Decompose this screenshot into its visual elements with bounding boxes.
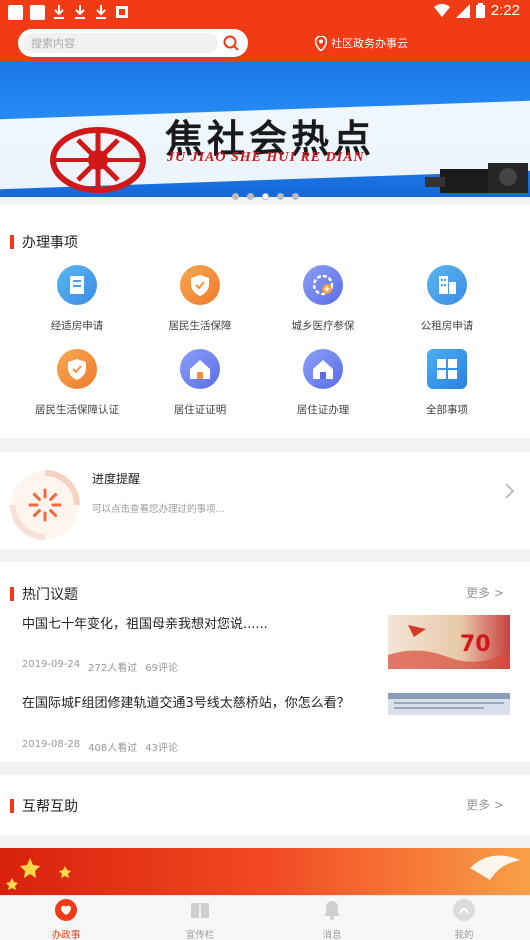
nav-item-messages[interactable]: 消息 (266, 899, 398, 940)
section-title: 热门议题 (22, 587, 78, 603)
nav-label: 我的 (454, 930, 474, 940)
profile-icon (453, 899, 475, 921)
service-item-affordable-housing[interactable]: 经适房申请 (11, 265, 143, 333)
heart-icon (55, 899, 77, 921)
bottom-nav: 办政事 宣传栏 消息 我的 (0, 895, 530, 940)
nav-item-bulletin[interactable]: 宣传栏 (134, 899, 266, 940)
banner-subtitle: JU JIAO SHE HUI RE DIAN (167, 150, 365, 165)
services-heading: 办理事项 (10, 232, 78, 252)
download-icon (52, 4, 66, 20)
service-item-medical-insurance[interactable]: 城乡医疗参保 (257, 265, 389, 333)
service-item-public-rental[interactable]: 公租房申请 (381, 265, 513, 333)
shield-check-icon (57, 349, 97, 389)
topic-date: 2019-09-24 (22, 659, 81, 670)
shield-icon (180, 265, 220, 305)
wifi-icon (433, 3, 450, 17)
grid-icon (427, 349, 467, 389)
camera-image (425, 163, 528, 193)
app-notification-icon (115, 4, 129, 20)
pagination-dot[interactable] (246, 193, 254, 200)
book-icon (191, 903, 209, 919)
topics-heading: 热门议题 (10, 584, 78, 604)
topic-title: 在国际城F组团修建轨道交通3号线太慈桥站，你怎么看？ (22, 696, 350, 711)
service-item-all[interactable]: 全部事项 (381, 349, 513, 417)
progress-title: 进度提醒 (92, 472, 141, 486)
search-icon[interactable] (222, 34, 240, 52)
location-selector[interactable]: 社区政务办事云 (315, 35, 408, 51)
progress-ring-icon (10, 470, 80, 540)
banner-pagination (0, 193, 530, 200)
search-input[interactable] (23, 33, 218, 53)
nav-item-profile[interactable]: 我的 (398, 899, 530, 940)
banner-logo-seal (50, 127, 146, 193)
notification-icon (8, 4, 23, 20)
service-item-living-security[interactable]: 居民生活保障 (134, 265, 266, 333)
progress-subtitle: 可以点击查看您办理过的事项... (92, 504, 225, 515)
clock: 2:22 (490, 2, 520, 19)
thumbnail-text: 70 (460, 632, 491, 657)
promo-banner[interactable] (0, 848, 530, 896)
notification-icon (30, 4, 45, 20)
nav-label: 消息 (322, 930, 342, 940)
location-pin-icon (315, 35, 327, 51)
nav-label: 宣传栏 (185, 930, 215, 940)
topic-meta: 2019-08-28 408人看过 43评论 (22, 739, 178, 754)
section-marker (10, 587, 14, 601)
pagination-dot[interactable] (231, 193, 239, 200)
topic-title: 中国七十年变化，祖国母亲我想对您说...... (22, 617, 268, 632)
app-header: 2:22 社区政务办事云 (0, 0, 530, 62)
topic-comments: 69评论 (145, 663, 178, 674)
section-marker (10, 799, 14, 813)
pagination-dot[interactable] (291, 193, 299, 200)
topic-comments: 43评论 (145, 743, 178, 754)
mutual-help-card (0, 775, 530, 835)
building-icon (427, 265, 467, 305)
hero-banner[interactable]: 焦社会热点 JU JIAO SHE HUI RE DIAN (0, 62, 530, 197)
topic-views: 272人看过 (88, 663, 138, 674)
bell-icon (324, 901, 340, 920)
nav-item-affairs[interactable]: 办政事 (0, 899, 132, 940)
service-item-security-certification[interactable]: 居民生活保障认证 (11, 349, 143, 417)
signal-icon (455, 3, 470, 18)
download-icon (94, 4, 108, 20)
topic-meta: 2019-09-24 272人看过 69评论 (22, 659, 178, 674)
pagination-dot[interactable] (276, 193, 284, 200)
mutual-help-heading: 互帮互助 (10, 796, 78, 816)
topic-views: 408人看过 (88, 743, 138, 754)
section-marker (10, 235, 14, 249)
status-bar: 2:22 (0, 0, 530, 24)
topic-date: 2019-08-28 (22, 739, 81, 750)
house-icon (303, 349, 343, 389)
topic-thumbnail (388, 693, 510, 715)
document-icon (57, 265, 97, 305)
service-item-residence-certificate[interactable]: 居住证证明 (134, 349, 266, 417)
battery-icon (475, 3, 485, 18)
medical-icon (303, 265, 343, 305)
section-title: 办理事项 (22, 235, 78, 251)
section-title: 互帮互助 (22, 799, 78, 815)
search-bar[interactable] (18, 29, 248, 57)
house-icon (180, 349, 220, 389)
location-label: 社区政务办事云 (331, 37, 408, 50)
mutual-more-link[interactable]: 更多 > (466, 796, 504, 813)
service-item-residence-permit[interactable]: 居住证办理 (257, 349, 389, 417)
chevron-right-icon[interactable] (504, 482, 516, 500)
pagination-dot-active[interactable] (261, 193, 269, 200)
download-icon (73, 4, 87, 20)
topics-more-link[interactable]: 更多 > (466, 584, 504, 601)
nav-label: 办政事 (51, 930, 81, 940)
topic-thumbnail: 70 (388, 615, 510, 669)
